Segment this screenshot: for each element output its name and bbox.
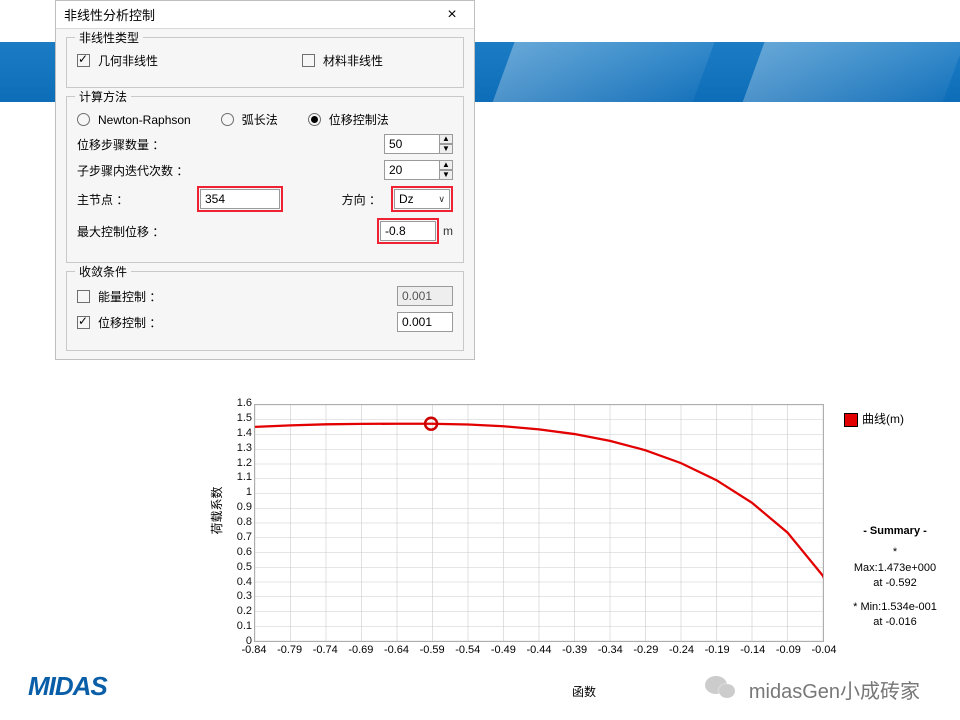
master-node-label: 主节点 ： [77,191,197,208]
spin-up-icon[interactable]: ▲ [439,160,453,170]
unit-label: m [443,224,453,238]
disp-control-radio[interactable]: 位移控制法 [308,111,389,128]
max-disp-label: 最大控制位移 ： [77,223,197,240]
iter-label: 子步骤内迭代次数 ： [77,162,197,179]
chart-summary: - Summary - * Max:1.473e+000 at -0.592 *… [836,524,954,630]
y-axis-title: 荷载系数 [208,486,225,534]
radio-icon [77,113,90,126]
y-axis-ticks: 00.10.20.30.40.50.60.70.80.911.11.21.31.… [226,398,252,648]
wechat-icon [705,674,743,704]
checkbox-icon [302,54,315,67]
material-nonlinear-checkbox[interactable]: 材料非线性 [302,52,383,69]
dialog-title: 非线性分析控制 [64,5,155,24]
group-nonlinear-type: 非线性类型 几何非线性 材料非线性 [66,37,464,88]
close-icon[interactable]: × [438,6,466,24]
steps-input[interactable] [384,134,440,154]
arc-length-radio[interactable]: 弧长法 [221,111,278,128]
highlight-box [377,218,439,244]
newton-raphson-radio[interactable]: Newton-Raphson [77,113,191,127]
chevron-down-icon: ∨ [438,194,445,205]
wechat-watermark: midasGen小成砖家 [705,674,920,704]
radio-icon [221,113,234,126]
steps-stepper[interactable]: ▲▼ [384,134,453,154]
geom-nonlinear-checkbox[interactable]: 几何非线性 [77,52,158,69]
group-title: 计算方法 [75,88,131,105]
checkbox-icon [77,316,90,329]
legend-swatch [844,413,858,427]
highlight-box [197,186,283,212]
iter-stepper[interactable]: ▲▼ [384,160,453,180]
master-node-input[interactable] [200,189,280,209]
disp-tol-input[interactable] [397,312,453,332]
spin-up-icon[interactable]: ▲ [439,134,453,144]
energy-tol-input [397,286,453,306]
radio-icon [308,113,321,126]
highlight-box: Dz ∨ [391,186,453,212]
x-axis-title: 函数 [572,683,596,700]
group-method: 计算方法 Newton-Raphson 弧长法 位移控制法 位移步骤数量 ： ▲ [66,96,464,263]
nonlinear-analysis-dialog: 非线性分析控制 × 非线性类型 几何非线性 材料非线性 计算方法 Newton-… [55,0,475,360]
group-convergence: 收敛条件 能量控制 ： 位移控制 ： [66,271,464,351]
chart-area: 荷载系数 00.10.20.30.40.50.60.70.80.911.11.2… [214,404,954,682]
group-title: 收敛条件 [75,263,131,280]
chart-legend: 曲线(m) [844,410,954,427]
dialog-titlebar[interactable]: 非线性分析控制 × [56,1,474,29]
chart-plot [254,404,824,642]
disp-control-checkbox[interactable]: 位移控制 ： [77,314,161,331]
energy-control-checkbox[interactable]: 能量控制 ： [77,288,161,305]
spin-down-icon[interactable]: ▼ [439,170,453,180]
checkbox-icon [77,54,90,67]
max-disp-input[interactable] [380,221,436,241]
midas-logo: MIDAS [28,671,107,702]
spin-down-icon[interactable]: ▼ [439,144,453,154]
iter-input[interactable] [384,160,440,180]
steps-label: 位移步骤数量 ： [77,136,197,153]
group-title: 非线性类型 [75,29,143,46]
direction-select[interactable]: Dz ∨ [394,189,450,209]
checkbox-icon [77,290,90,303]
direction-label: 方向 ： [342,191,381,208]
